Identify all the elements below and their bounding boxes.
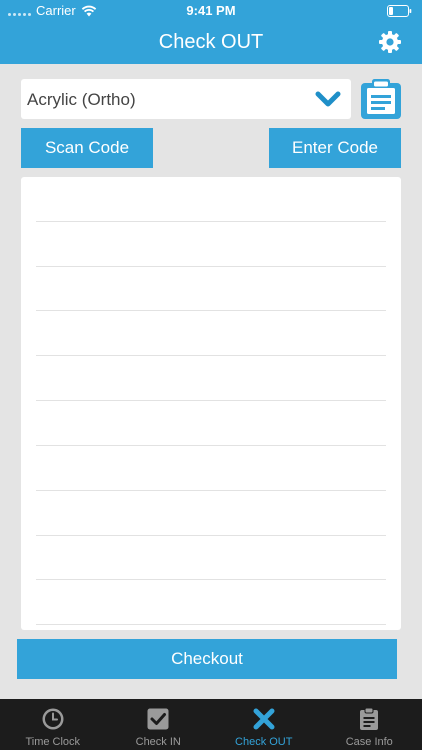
navigation-header: Carrier 9:41 PM Check OUT (0, 0, 422, 64)
material-select-value: Acrylic (Ortho) (27, 90, 136, 109)
status-bar: Carrier 9:41 PM (0, 0, 422, 22)
tab-label: Case Info (345, 736, 393, 748)
list-divider (36, 310, 386, 311)
tab-label: Check IN (135, 736, 181, 748)
tab-time-clock[interactable]: Time Clock (0, 699, 106, 750)
list-divider (36, 355, 386, 356)
list-divider (36, 221, 386, 222)
clipboard-icon (360, 707, 379, 730)
tab-case-info[interactable]: Case Info (317, 699, 422, 750)
list-divider (36, 579, 386, 580)
tab-check-out[interactable]: Check OUT (211, 699, 317, 750)
check-square-icon (147, 708, 169, 730)
gear-icon[interactable] (378, 30, 402, 54)
scanned-items-list[interactable] (21, 177, 401, 630)
enter-code-button[interactable]: Enter Code (269, 128, 401, 168)
status-time: 9:41 PM (186, 3, 236, 18)
page-title: Check OUT (158, 31, 264, 53)
list-divider (36, 490, 386, 491)
list-divider (36, 266, 386, 267)
checkout-button[interactable]: Checkout (17, 639, 397, 679)
clock-icon (42, 708, 64, 730)
clipboard-icon[interactable] (360, 78, 402, 120)
list-divider (36, 400, 386, 401)
material-select[interactable]: Acrylic (Ortho) (21, 79, 351, 119)
tab-bar: Time Clock Check IN Check OUT Case Info (0, 699, 422, 750)
list-divider (36, 624, 386, 625)
tab-label: Time Clock (25, 736, 81, 748)
x-icon (253, 708, 275, 730)
chevron-down-icon (315, 91, 341, 107)
list-divider (36, 445, 386, 446)
tab-check-in[interactable]: Check IN (106, 699, 212, 750)
tab-label: Check OUT (235, 736, 293, 748)
scan-code-button[interactable]: Scan Code (21, 128, 153, 168)
list-divider (36, 535, 386, 536)
battery-icon (387, 5, 412, 17)
